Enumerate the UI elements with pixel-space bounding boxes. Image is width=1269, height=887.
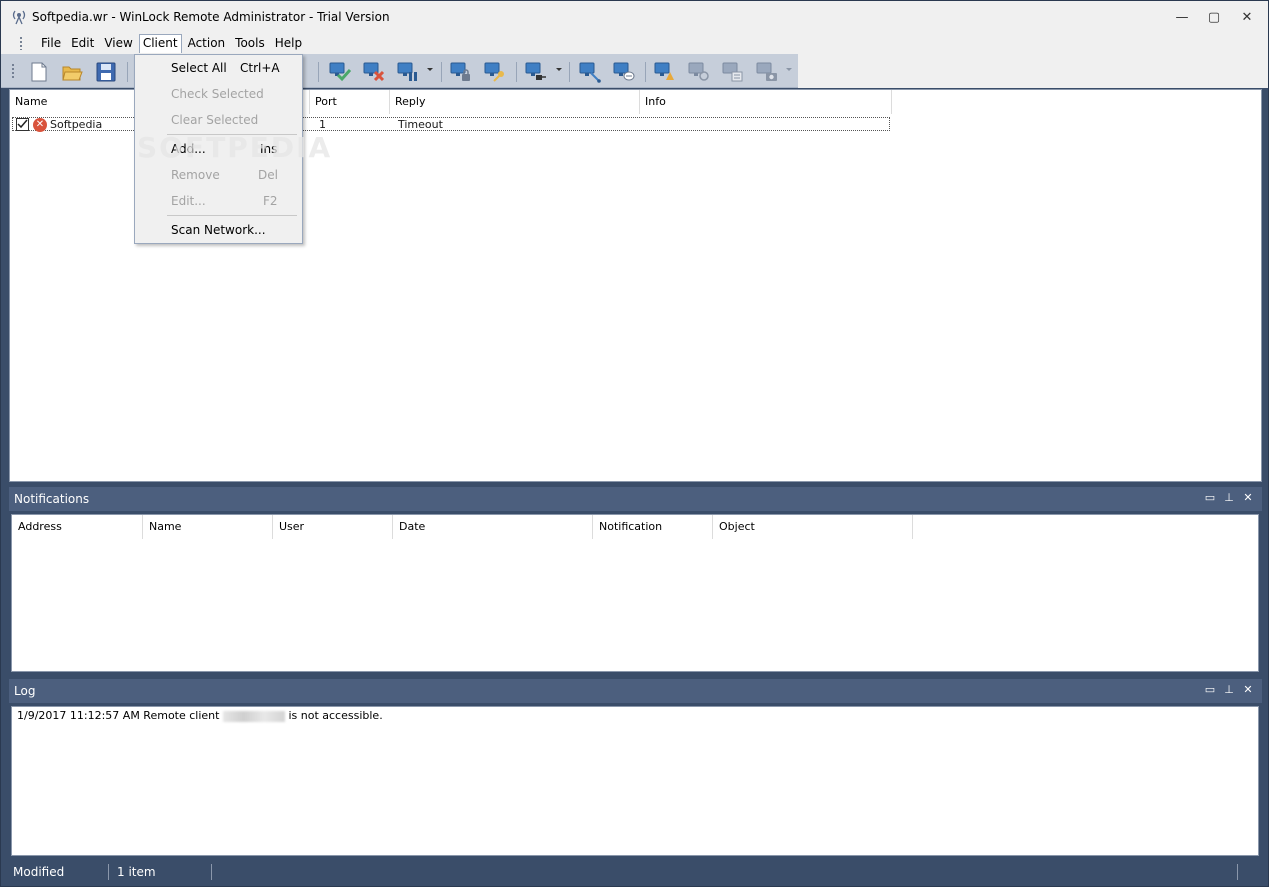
open-icon[interactable] [61,61,83,83]
new-icon[interactable] [28,61,50,83]
menu-edit[interactable]: Edit [67,34,98,52]
column-header-object[interactable]: Object [713,515,913,539]
alert-icon[interactable] [654,61,676,83]
shortcut-select-all: Ctrl+A [240,61,280,75]
key-client-icon[interactable] [484,61,506,83]
column-header-name[interactable]: Name [143,515,273,539]
menu-edit-client[interactable]: Edit... [171,194,206,208]
menu-file[interactable]: File [37,34,65,52]
menu-bar: File Edit View Client Action Tools Help [1,32,1268,54]
client-port: 1 [319,118,326,131]
menubar-grip-icon[interactable] [19,36,23,50]
stop-client-icon[interactable] [363,61,385,83]
notifications-list[interactable]: Address Name User Date Notification Obje… [11,514,1259,672]
toolbar-separator [441,62,442,82]
column-header-notification[interactable]: Notification [593,515,713,539]
client-checkbox[interactable] [16,118,29,131]
log-title: Log [14,684,36,698]
restore-panel-icon[interactable]: ▭ [1203,683,1217,697]
message-icon[interactable] [613,61,635,83]
minimize-button[interactable]: — [1174,9,1190,25]
toolbar-separator [127,62,128,82]
menu-help[interactable]: Help [271,34,306,52]
toolbar-separator [516,62,517,82]
client-name: Softpedia [50,118,103,131]
shortcut-add: Ins [260,142,278,156]
pause-dropdown-arrow-icon[interactable] [427,68,433,71]
antenna-icon [12,10,26,24]
shortcut-edit: F2 [263,194,278,208]
column-header-reply[interactable]: Reply [390,90,640,114]
shutdown-icon[interactable] [688,61,710,83]
status-separator [108,864,109,880]
menu-select-all[interactable]: Select All [171,61,227,75]
title-bar: Softpedia.wr - WinLock Remote Administra… [1,1,1268,32]
window-title: Softpedia.wr - WinLock Remote Administra… [32,9,390,24]
column-header-user[interactable]: User [273,515,393,539]
shortcut-remove: Del [258,168,278,182]
pause-client-icon[interactable] [397,61,419,83]
menu-add[interactable]: Add... [171,142,206,156]
toolbar-separator [569,62,570,82]
screenshot-dropdown-arrow-icon[interactable] [786,68,792,71]
log-entry-text-end: is not accessible. [284,709,383,722]
menu-remove[interactable]: Remove [171,168,220,182]
toolbar-separator [318,62,319,82]
close-button[interactable]: ✕ [1239,9,1255,25]
tasks-icon[interactable] [722,61,744,83]
column-header-date[interactable]: Date [393,515,593,539]
client-reply: Timeout [398,118,443,131]
menu-client[interactable]: Client [138,33,182,53]
screenshot-icon[interactable] [756,61,778,83]
check-client-icon[interactable] [329,61,351,83]
menu-action[interactable]: Action [184,34,230,52]
status-state: Modified [13,865,65,879]
log-list[interactable]: 1/9/2017 11:12:57 AM Remote client is no… [11,706,1259,856]
maximize-button[interactable]: ▢ [1206,9,1222,25]
pin-icon[interactable]: ⊥ [1222,491,1236,505]
save-icon[interactable] [95,61,117,83]
toolbar-grip-icon[interactable] [11,63,15,79]
menu-clear-selected[interactable]: Clear Selected [171,113,258,127]
menu-check-selected[interactable]: Check Selected [171,87,264,101]
lock-client-icon[interactable] [450,61,472,83]
app-window: Softpedia.wr - WinLock Remote Administra… [0,0,1269,887]
toolbar [1,54,798,88]
menu-tools[interactable]: Tools [231,34,269,52]
notifications-title: Notifications [14,492,90,506]
log-entry-text: 1/9/2017 11:12:57 AM Remote client [17,709,223,722]
close-panel-icon[interactable]: ✕ [1241,683,1255,697]
redacted-address [222,710,285,722]
checkmark-icon [17,119,28,129]
error-status-icon: ✕ [33,118,47,132]
status-bar: Modified 1 item [1,860,1268,886]
connect-icon[interactable] [579,61,601,83]
pin-icon[interactable]: ⊥ [1222,683,1236,697]
column-header-address[interactable]: Address [12,515,143,539]
close-panel-icon[interactable]: ✕ [1241,491,1255,505]
status-count: 1 item [117,865,156,879]
menu-separator [167,215,297,216]
menu-view[interactable]: View [100,34,136,52]
column-header-info[interactable]: Info [640,90,892,114]
client-menu-dropdown: Select All Ctrl+A Check Selected Clear S… [134,54,303,244]
log-entry: 1/9/2017 11:12:57 AM Remote client is no… [17,709,383,722]
restore-panel-icon[interactable]: ▭ [1203,491,1217,505]
column-header-port[interactable]: Port [310,90,390,114]
toolbar-background [798,54,1268,88]
menu-scan-network[interactable]: Scan Network... [171,223,266,237]
status-separator [1237,864,1238,880]
menu-separator [167,134,297,135]
notifications-panel-header: Notifications ▭ ⊥ ✕ [9,487,1262,511]
plug-dropdown-arrow-icon[interactable] [556,68,562,71]
status-separator [211,864,212,880]
toolbar-separator [645,62,646,82]
plug-client-icon[interactable] [525,61,547,83]
log-panel-header: Log ▭ ⊥ ✕ [9,679,1262,703]
